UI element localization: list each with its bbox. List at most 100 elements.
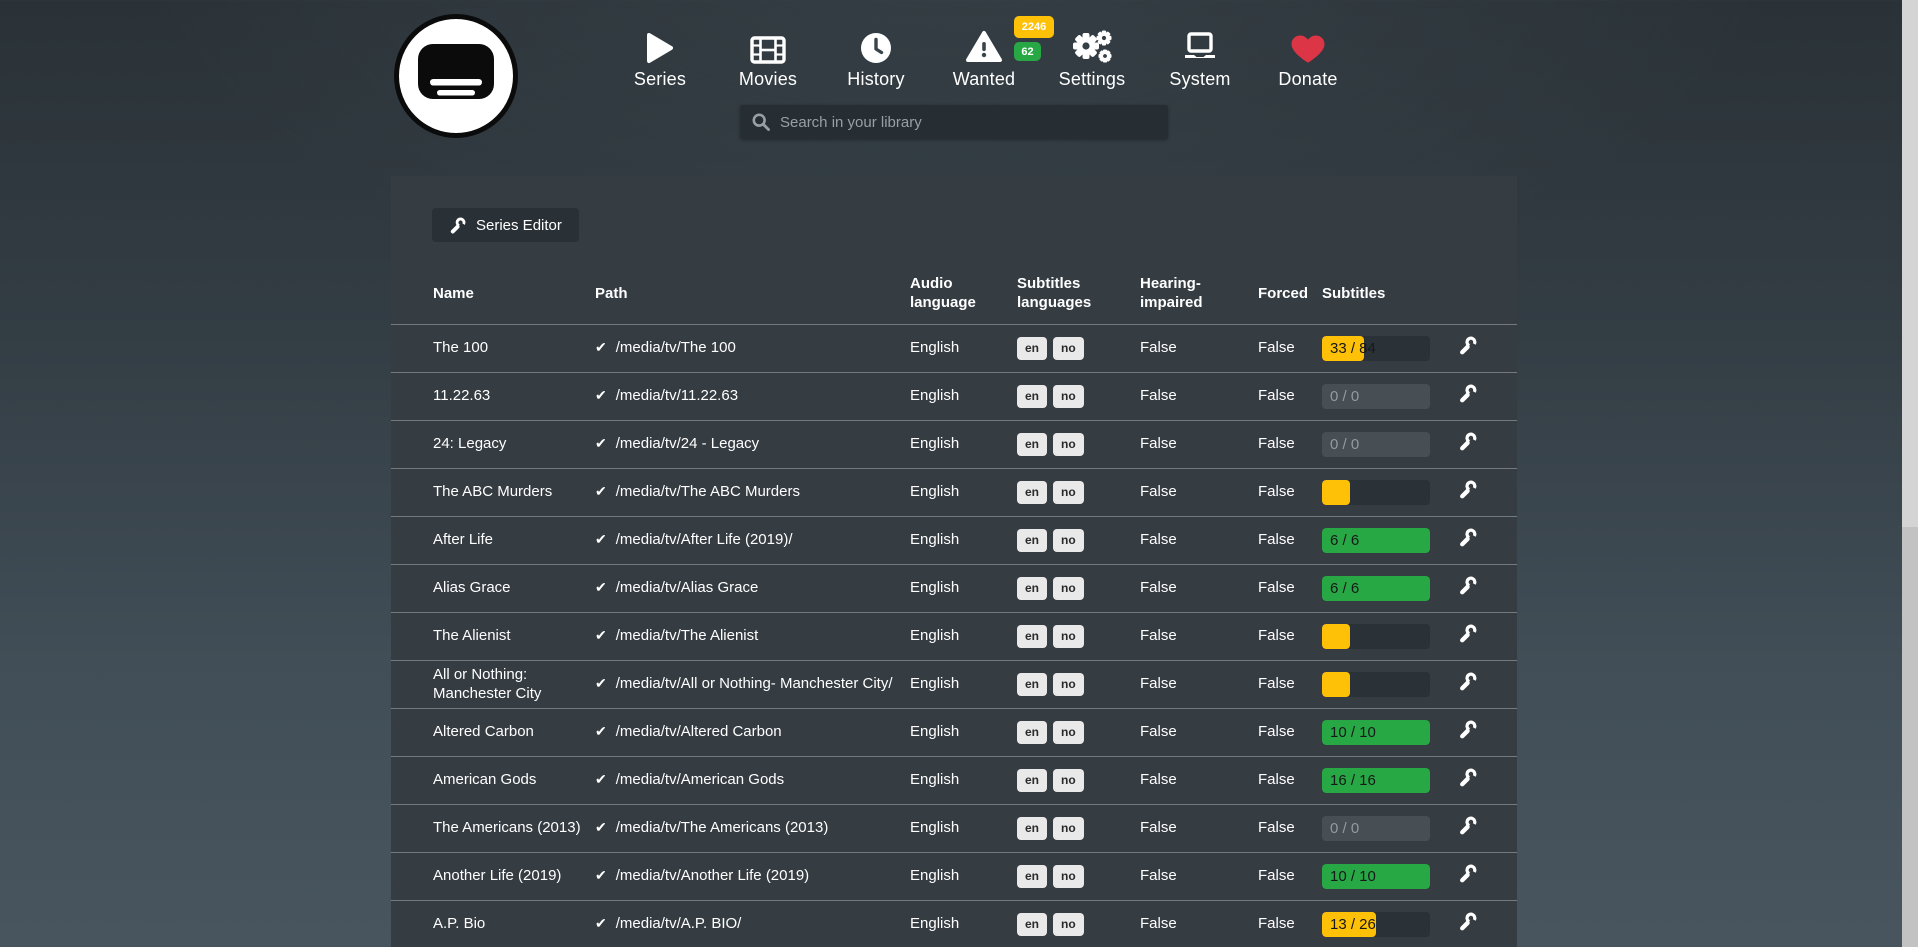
- subtitle-languages: enno: [1017, 913, 1140, 936]
- wrench-icon[interactable]: [1458, 336, 1477, 355]
- hearing-impaired-value: False: [1140, 675, 1258, 694]
- lang-badge-no: no: [1053, 817, 1084, 840]
- lang-badge-en: en: [1017, 913, 1047, 936]
- subtitles-progress: [1322, 672, 1430, 697]
- subtitle-languages: enno: [1017, 577, 1140, 600]
- subtitle-languages: enno: [1017, 337, 1140, 360]
- wrench-icon[interactable]: [1458, 480, 1477, 499]
- audio-language-value: English: [910, 483, 1017, 502]
- series-name[interactable]: A.P. Bio: [433, 915, 595, 934]
- nav-settings[interactable]: Settings: [1038, 22, 1146, 90]
- series-name[interactable]: Altered Carbon: [433, 723, 595, 742]
- wrench-icon[interactable]: [1458, 816, 1477, 835]
- wrench-icon[interactable]: [1458, 528, 1477, 547]
- clock-icon: [822, 22, 930, 64]
- series-name[interactable]: 11.22.63: [433, 387, 595, 406]
- nav-history[interactable]: History: [822, 22, 930, 90]
- nav-wanted[interactable]: 2246 62 Wanted: [930, 22, 1038, 90]
- subtitle-languages: enno: [1017, 385, 1140, 408]
- wrench-icon: [449, 217, 466, 234]
- nav-donate-label: Donate: [1254, 69, 1362, 90]
- subtitles-progress-label: 13 / 26: [1330, 912, 1376, 937]
- wrench-icon[interactable]: [1458, 384, 1477, 403]
- nav-movies-label: Movies: [714, 69, 822, 90]
- lang-badge-no: no: [1053, 337, 1084, 360]
- wrench-icon[interactable]: [1458, 864, 1477, 883]
- scrollbar-thumb[interactable]: [1902, 0, 1918, 527]
- col-header-subtitles: Subtitles: [1322, 285, 1458, 304]
- series-name[interactable]: 24: Legacy: [433, 435, 595, 454]
- col-header-forced: Forced: [1258, 285, 1322, 304]
- table-row: Alias Grace ✔/media/tv/Alias Grace Engli…: [391, 564, 1517, 612]
- series-name[interactable]: The ABC Murders: [433, 483, 595, 502]
- table-header: Name Path Audio language Subtitles langu…: [391, 271, 1517, 317]
- col-header-hearing: Hearing-impaired: [1140, 275, 1258, 313]
- series-path: /media/tv/Altered Carbon: [616, 723, 782, 740]
- series-name[interactable]: American Gods: [433, 771, 595, 790]
- check-icon: ✔: [595, 723, 607, 739]
- series-name[interactable]: Alias Grace: [433, 579, 595, 598]
- subtitles-progress: 10 / 10: [1322, 864, 1430, 889]
- forced-value: False: [1258, 387, 1322, 406]
- subtitles-progress: [1322, 480, 1430, 505]
- series-path: /media/tv/The Alienist: [616, 627, 759, 644]
- table-row: All or Nothing: Manchester City ✔/media/…: [391, 660, 1517, 708]
- subtitle-languages: enno: [1017, 865, 1140, 888]
- subtitles-progress-label: 16 / 16: [1330, 768, 1376, 793]
- wrench-icon[interactable]: [1458, 432, 1477, 451]
- check-icon: ✔: [595, 675, 607, 691]
- series-name[interactable]: Another Life (2019): [433, 867, 595, 886]
- nav-history-label: History: [822, 69, 930, 90]
- table-row: After Life ✔/media/tv/After Life (2019)/…: [391, 516, 1517, 564]
- subtitles-progress-label: 33 / 84: [1330, 336, 1376, 361]
- check-icon: ✔: [595, 531, 607, 547]
- nav-system-label: System: [1146, 69, 1254, 90]
- check-icon: ✔: [595, 435, 607, 451]
- check-icon: ✔: [595, 867, 607, 883]
- lang-badge-no: no: [1053, 673, 1084, 696]
- subtitles-progress-label: 6 / 6: [1330, 528, 1359, 553]
- table-row: Altered Carbon ✔ /media/tv/Altered Carbon…: [391, 708, 1517, 756]
- hearing-impaired-value: False: [1140, 723, 1258, 742]
- subtitles-progress: 0 / 0: [1322, 816, 1430, 841]
- page-scrollbar[interactable]: [1902, 0, 1918, 947]
- hearing-impaired-value: False: [1140, 531, 1258, 550]
- wrench-icon[interactable]: [1458, 576, 1477, 595]
- nav-movies[interactable]: Movies: [714, 22, 822, 90]
- table-row: Another Life (2019) ✔/media/tv/Another L…: [391, 852, 1517, 900]
- nav-series[interactable]: Series: [606, 22, 714, 90]
- wrench-icon[interactable]: [1458, 912, 1477, 931]
- nav-system[interactable]: System: [1146, 22, 1254, 90]
- search-input[interactable]: [780, 114, 1156, 131]
- table-row: The 100 ✔/media/tv/The 100 English enno …: [391, 324, 1517, 372]
- wrench-icon[interactable]: [1458, 672, 1477, 691]
- series-name[interactable]: After Life: [433, 531, 595, 550]
- forced-value: False: [1258, 723, 1322, 742]
- series-path: /media/tv/The 100: [616, 339, 736, 356]
- forced-value: False: [1258, 435, 1322, 454]
- lang-badge-en: en: [1017, 337, 1047, 360]
- series-name[interactable]: The Americans (2013): [433, 819, 595, 838]
- check-icon: ✔: [595, 771, 607, 787]
- forced-value: False: [1258, 339, 1322, 358]
- audio-language-value: English: [910, 339, 1017, 358]
- lang-badge-no: no: [1053, 913, 1084, 936]
- series-name[interactable]: The Alienist: [433, 627, 595, 646]
- wrench-icon[interactable]: [1458, 768, 1477, 787]
- forced-value: False: [1258, 531, 1322, 550]
- series-name[interactable]: All or Nothing: Manchester City: [433, 666, 595, 704]
- series-editor-button[interactable]: Series Editor: [432, 208, 579, 242]
- series-name[interactable]: The 100: [433, 339, 595, 358]
- wanted-movies-badge: 62: [1014, 42, 1041, 61]
- nav-series-label: Series: [606, 69, 714, 90]
- app-logo[interactable]: [393, 13, 519, 139]
- subtitle-languages: enno: [1017, 481, 1140, 504]
- series-path: /media/tv/A.P. BIO/: [616, 915, 742, 932]
- nav-donate[interactable]: Donate: [1254, 22, 1362, 90]
- audio-language-value: English: [910, 531, 1017, 550]
- wrench-icon[interactable]: [1458, 720, 1477, 739]
- search-icon: [752, 113, 770, 131]
- check-icon: ✔: [595, 483, 607, 499]
- wrench-icon[interactable]: [1458, 624, 1477, 643]
- audio-language-value: English: [910, 819, 1017, 838]
